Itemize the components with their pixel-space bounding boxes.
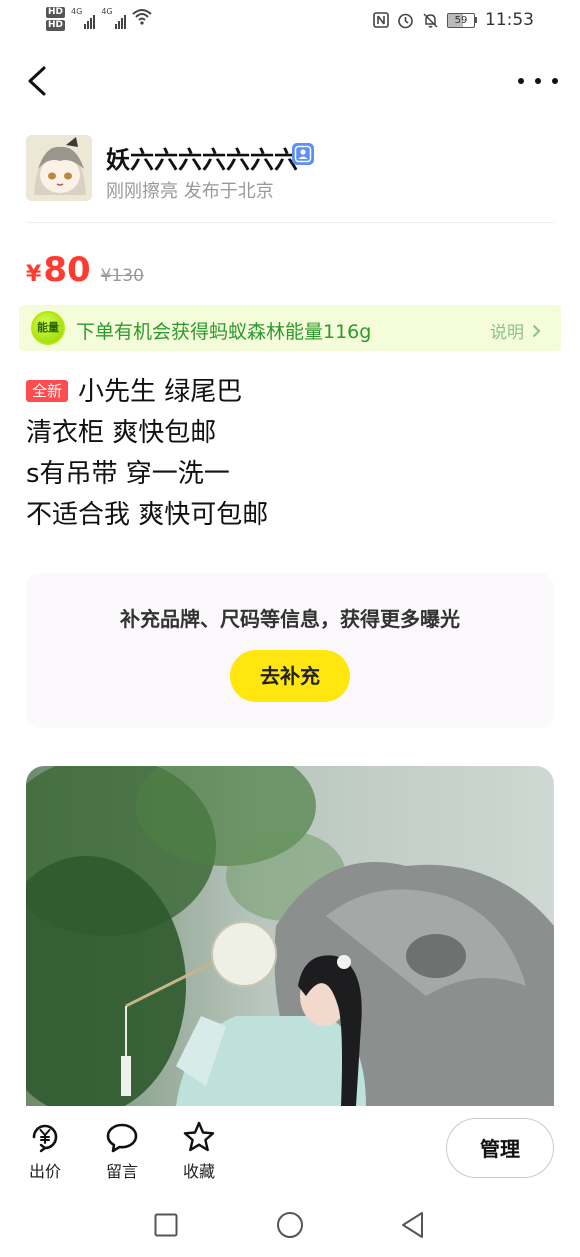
recent-apps-icon[interactable]	[154, 1213, 178, 1237]
desc-line-1-text: 小先生 绿尾巴	[78, 377, 243, 407]
back-button[interactable]	[24, 64, 54, 98]
supplement-card: 补充品牌、尺码等信息，获得更多曝光 去补充	[26, 573, 554, 728]
nfc-icon	[373, 12, 389, 28]
chevron-left-icon	[28, 66, 46, 96]
signal-icon-2: 4G	[101, 7, 126, 29]
favorite-button[interactable]: 收藏	[169, 1120, 229, 1182]
chevron-right-icon	[532, 324, 541, 337]
supplement-text: 补充品牌、尺码等信息，获得更多曝光	[120, 607, 460, 631]
network-label-2: 4G	[101, 7, 113, 16]
wifi-icon	[131, 9, 152, 25]
verified-badge-icon	[292, 143, 314, 165]
status-bar: HD HD 4G 4G 59 11:53	[0, 0, 580, 44]
battery-level: 59	[447, 12, 475, 28]
bottom-action-bar: 出价 留言 收藏 管理	[0, 1106, 580, 1192]
more-button[interactable]	[518, 66, 558, 96]
desc-line-2: 清衣柜 爽快包邮	[26, 418, 217, 448]
back-nav-icon[interactable]	[400, 1211, 426, 1239]
more-dot-icon	[552, 78, 558, 84]
energy-badge-icon: 能量	[31, 311, 65, 345]
network-label-1: 4G	[71, 7, 83, 16]
comment-button[interactable]: 留言	[92, 1120, 152, 1182]
alarm-icon	[398, 13, 413, 28]
offer-button[interactable]: 出价	[15, 1120, 75, 1182]
desc-line-4: 不适合我 爽快可包邮	[26, 500, 269, 530]
avatar[interactable]	[26, 135, 92, 201]
price-value: 80	[43, 250, 91, 290]
home-icon[interactable]	[276, 1211, 304, 1239]
offer-label: 出价	[28, 1162, 61, 1181]
supplement-button[interactable]: 去补充	[230, 650, 350, 702]
price-currency: ¥	[26, 262, 42, 287]
mute-icon	[423, 12, 438, 28]
status-left: HD HD 4G 4G	[46, 7, 152, 31]
seller-info[interactable]: 妖六六六六六六六 刚刚擦亮 发布于北京	[26, 135, 554, 203]
product-photo[interactable]	[26, 766, 554, 1106]
status-right: 59 11:53	[373, 10, 534, 30]
manage-button[interactable]: 管理	[446, 1118, 554, 1178]
top-nav	[0, 56, 580, 106]
item-description: 全新 小先生 绿尾巴 清衣柜 爽快包邮 s有吊带 穿一洗一 不适合我 爽快可包邮	[26, 372, 554, 536]
hd-badges: HD HD	[46, 7, 66, 31]
energy-info-link[interactable]: 说明	[490, 318, 541, 343]
clock: 11:53	[485, 10, 534, 30]
favorite-label: 收藏	[182, 1162, 215, 1181]
more-dot-icon	[518, 78, 524, 84]
desc-line-3: s有吊带 穿一洗一	[26, 459, 230, 489]
comment-icon	[106, 1123, 138, 1153]
star-icon	[183, 1121, 215, 1152]
seller-name[interactable]: 妖六六六六六六六	[106, 140, 298, 175]
more-dot-icon	[535, 78, 541, 84]
seller-meta: 刚刚擦亮 发布于北京	[106, 181, 274, 202]
new-tag: 全新	[26, 380, 69, 402]
hd-badge-1: HD	[46, 7, 66, 18]
signal-icon-1: 4G	[71, 7, 96, 29]
comment-label: 留言	[105, 1162, 138, 1181]
system-nav-bar	[0, 1195, 580, 1257]
energy-info-label: 说明	[490, 323, 524, 343]
divider	[26, 222, 554, 223]
desc-line-1: 全新 小先生 绿尾巴	[26, 372, 554, 413]
energy-text: 下单有机会获得蚂蚁森林能量116g	[76, 321, 372, 343]
yuan-coin-icon	[32, 1124, 58, 1153]
hd-badge-2: HD	[46, 20, 66, 31]
energy-banner[interactable]: 能量 下单有机会获得蚂蚁森林能量116g 说明	[19, 305, 561, 351]
price: ¥ 80 ¥130	[26, 250, 144, 290]
battery-icon: 59	[447, 12, 477, 28]
original-price: ¥130	[100, 266, 144, 286]
